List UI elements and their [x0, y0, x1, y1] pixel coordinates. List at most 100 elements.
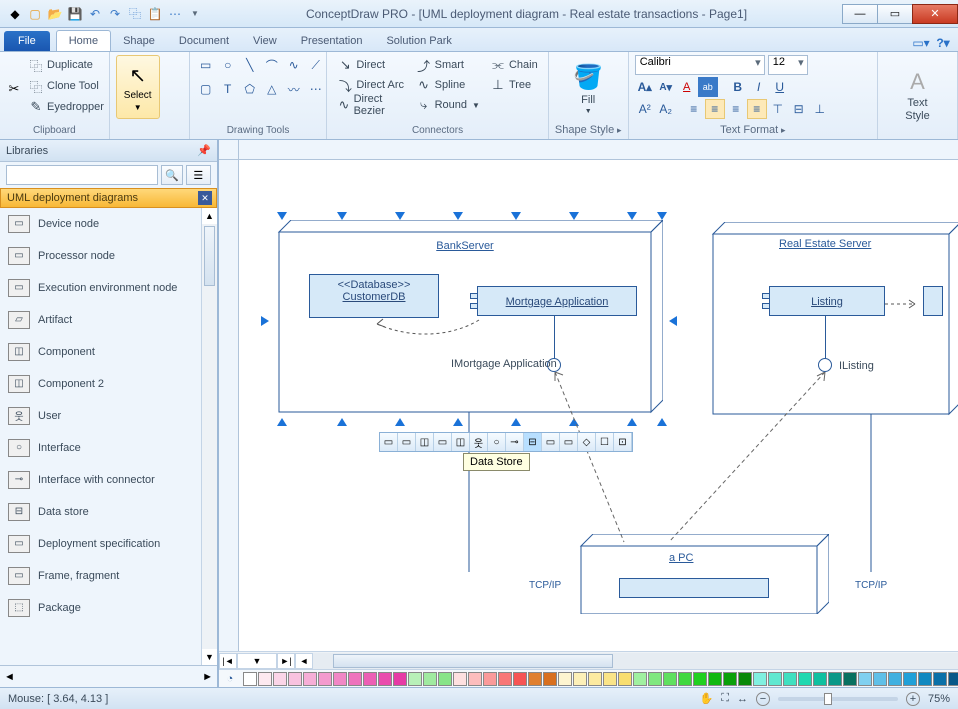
color-swatch[interactable] — [528, 672, 542, 686]
eyedropper-button[interactable]: ✎Eyedropper — [24, 97, 108, 117]
hscroll-thumb[interactable] — [333, 654, 613, 668]
color-swatch[interactable] — [888, 672, 902, 686]
color-swatch[interactable] — [408, 672, 422, 686]
fit-width-icon[interactable]: ↔ — [737, 693, 748, 705]
color-swatch[interactable] — [558, 672, 572, 686]
close-category-button[interactable]: ✕ — [198, 191, 212, 205]
duplicate-button[interactable]: ⿻Duplicate — [24, 55, 108, 75]
color-swatch[interactable] — [573, 672, 587, 686]
page-tab[interactable]: ▼ — [237, 653, 277, 669]
library-scrollbar[interactable]: ▲ ▼ — [201, 208, 217, 665]
library-item[interactable]: ▭Device node — [0, 208, 201, 240]
pin-icon[interactable]: 📌 — [197, 144, 211, 157]
library-item[interactable]: ▭Execution environment node — [0, 272, 201, 304]
rectangle-tool[interactable]: ▭ — [196, 55, 216, 75]
polyline-tool[interactable]: ⟋ — [306, 55, 326, 75]
align-left-button[interactable]: ≡ — [684, 99, 704, 119]
chain-connector[interactable]: ⫘Chain — [486, 55, 542, 75]
color-swatch[interactable] — [588, 672, 602, 686]
zoom-knob[interactable] — [824, 693, 832, 705]
mortgage-component[interactable]: Mortgage Application — [477, 286, 637, 316]
library-item[interactable]: ▱Artifact — [0, 304, 201, 336]
color-swatch[interactable] — [618, 672, 632, 686]
search-input[interactable] — [6, 165, 158, 185]
italic-button[interactable]: I — [749, 77, 769, 97]
font-family-select[interactable]: Calibri — [635, 55, 765, 75]
font-color-button[interactable]: A — [677, 77, 697, 97]
line-tool[interactable]: ╲ — [240, 55, 260, 75]
valign-top-button[interactable]: ⊤ — [768, 99, 788, 119]
fit-page-icon[interactable]: ⛶ — [721, 692, 729, 705]
customerdb-component[interactable]: <<Database>> CustomerDB — [309, 274, 439, 318]
align-right-button[interactable]: ≡ — [726, 99, 746, 119]
color-swatch[interactable] — [363, 672, 377, 686]
tab-document[interactable]: Document — [167, 31, 241, 51]
color-swatch[interactable] — [843, 672, 857, 686]
decrease-font-button[interactable]: A▾ — [656, 77, 676, 97]
valign-bot-button[interactable]: ⊥ — [810, 99, 830, 119]
color-swatch[interactable] — [813, 672, 827, 686]
color-swatch[interactable] — [543, 672, 557, 686]
lib-next-icon[interactable]: ► — [202, 671, 213, 683]
align-justify-button[interactable]: ≡ — [747, 99, 767, 119]
smart-connector[interactable]: ⤴Smart — [412, 55, 484, 75]
color-swatch[interactable] — [603, 672, 617, 686]
library-item[interactable]: ▭Frame, fragment — [0, 560, 201, 592]
float-tool-5[interactable]: ◫ — [452, 433, 470, 451]
color-swatch[interactable] — [918, 672, 932, 686]
listing-component[interactable]: Listing — [769, 286, 885, 316]
curve-tool[interactable]: ∿ — [284, 55, 304, 75]
color-swatch[interactable] — [348, 672, 362, 686]
color-swatch[interactable] — [768, 672, 782, 686]
color-swatch[interactable] — [438, 672, 452, 686]
hand-tool-icon[interactable]: ✋ — [700, 692, 714, 705]
file-menu[interactable]: File — [4, 31, 50, 51]
library-item[interactable]: 웃User — [0, 400, 201, 432]
search-button[interactable]: 🔍 — [161, 165, 183, 185]
color-swatch[interactable] — [798, 672, 812, 686]
float-tool-6[interactable]: 웃 — [470, 433, 488, 451]
directbezier-connector[interactable]: ∿Direct Bezier — [333, 95, 409, 115]
more-tools[interactable]: ⋯ — [306, 79, 326, 99]
qat-undo-icon[interactable]: ↶ — [86, 5, 104, 23]
float-tool-4[interactable]: ▭ — [434, 433, 452, 451]
partial-component[interactable] — [923, 286, 943, 316]
float-tool-10[interactable]: ▭ — [542, 433, 560, 451]
color-swatch[interactable] — [678, 672, 692, 686]
library-category[interactable]: UML deployment diagrams ✕ — [0, 188, 217, 208]
color-swatch[interactable] — [498, 672, 512, 686]
color-swatch[interactable] — [783, 672, 797, 686]
float-tool-2[interactable]: ▭ — [398, 433, 416, 451]
font-size-select[interactable]: 12 — [768, 55, 808, 75]
color-swatch[interactable] — [483, 672, 497, 686]
color-swatch[interactable] — [318, 672, 332, 686]
library-item[interactable]: ▭Processor node — [0, 240, 201, 272]
color-swatch[interactable] — [423, 672, 437, 686]
maximize-button[interactable]: ▭ — [877, 4, 913, 24]
hscroll-left[interactable]: ◄ — [295, 653, 313, 669]
color-swatch[interactable] — [933, 672, 947, 686]
scroll-down-button[interactable]: ▼ — [202, 649, 217, 665]
tab-home[interactable]: Home — [56, 30, 111, 51]
library-item[interactable]: ⬚Package — [0, 592, 201, 624]
float-tool-datastore[interactable]: ⊟ — [524, 433, 542, 451]
clonetool-button[interactable]: ⿻Clone Tool — [24, 76, 108, 96]
select-tool-button[interactable]: ↖ Select ▼ — [116, 55, 160, 119]
hscroll-track[interactable] — [313, 653, 958, 669]
color-swatch[interactable] — [858, 672, 872, 686]
hscroll-first[interactable]: |◄ — [219, 653, 237, 669]
scroll-up-button[interactable]: ▲ — [202, 208, 217, 224]
direct-connector[interactable]: ↘Direct — [333, 55, 409, 75]
color-swatch[interactable] — [753, 672, 767, 686]
tree-connector[interactable]: ⊥Tree — [486, 75, 542, 95]
color-swatch[interactable] — [633, 672, 647, 686]
qat-more-icon[interactable]: ⋯ — [166, 5, 184, 23]
directarc-connector[interactable]: ⤵Direct Arc — [333, 75, 409, 95]
tab-shape[interactable]: Shape — [111, 31, 167, 51]
qat-new-icon[interactable]: ▢ — [26, 5, 44, 23]
color-swatch[interactable] — [303, 672, 317, 686]
tab-presentation[interactable]: Presentation — [289, 31, 375, 51]
float-tool-11[interactable]: ▭ — [560, 433, 578, 451]
zoom-in-button[interactable]: + — [906, 692, 920, 706]
text-tool[interactable]: T — [218, 79, 238, 99]
